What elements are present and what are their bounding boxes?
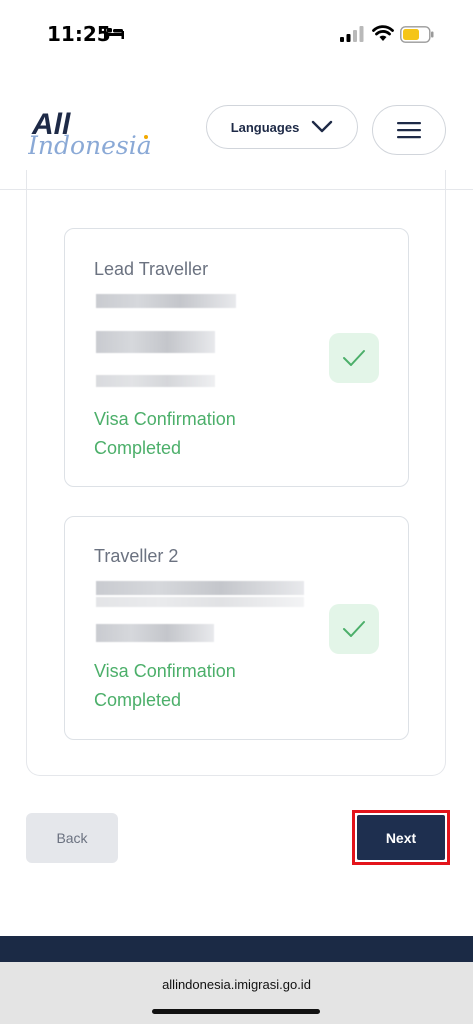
hamburger-menu-icon [397, 122, 421, 139]
next-button[interactable]: Next [357, 815, 445, 860]
languages-label: Languages [230, 119, 300, 135]
logo-text-bottom: Indonesia [28, 131, 152, 160]
cellular-signal-icon [340, 26, 364, 42]
check-icon [343, 621, 365, 637]
visa-status: Visa Confirmation Completed [94, 405, 236, 463]
home-indicator[interactable] [152, 1009, 320, 1014]
menu-button[interactable] [372, 105, 446, 155]
traveller-card-2: Traveller 2 Visa Confirmation Completed [64, 516, 409, 740]
status-time: 11:25 [47, 22, 111, 46]
check-icon [343, 350, 365, 366]
redacted-name-2 [96, 597, 304, 607]
redacted-name [96, 581, 304, 595]
redacted-passport [96, 331, 215, 353]
all-indonesia-logo[interactable]: All Indonesia [28, 104, 158, 160]
redacted-name [96, 294, 236, 308]
battery-icon [400, 26, 434, 43]
wifi-icon [372, 25, 394, 41]
traveller-title: Lead Traveller [94, 259, 209, 279]
browser-url-bar[interactable] [0, 962, 473, 1024]
completed-check [329, 604, 379, 654]
redacted-passport [96, 624, 214, 642]
traveller-title: Traveller 2 [94, 546, 179, 566]
completed-check [329, 333, 379, 383]
sleep-focus-icon [104, 27, 124, 39]
chevron-down-icon [312, 120, 333, 133]
browser-url[interactable]: allindonesia.imigrasi.go.id [0, 977, 473, 992]
visa-status: Visa Confirmation Completed [94, 657, 236, 715]
visa-status-line1: Visa Confirmation [94, 409, 236, 429]
visa-status-line2: Completed [94, 690, 182, 710]
traveller-card-lead: Lead Traveller Visa Confirmation Complet… [64, 228, 409, 487]
back-button[interactable]: Back [26, 813, 118, 863]
visa-status-line2: Completed [94, 438, 182, 458]
redacted-number [96, 375, 215, 387]
languages-dropdown[interactable]: Languages [206, 105, 358, 149]
visa-status-line1: Visa Confirmation [94, 661, 236, 681]
